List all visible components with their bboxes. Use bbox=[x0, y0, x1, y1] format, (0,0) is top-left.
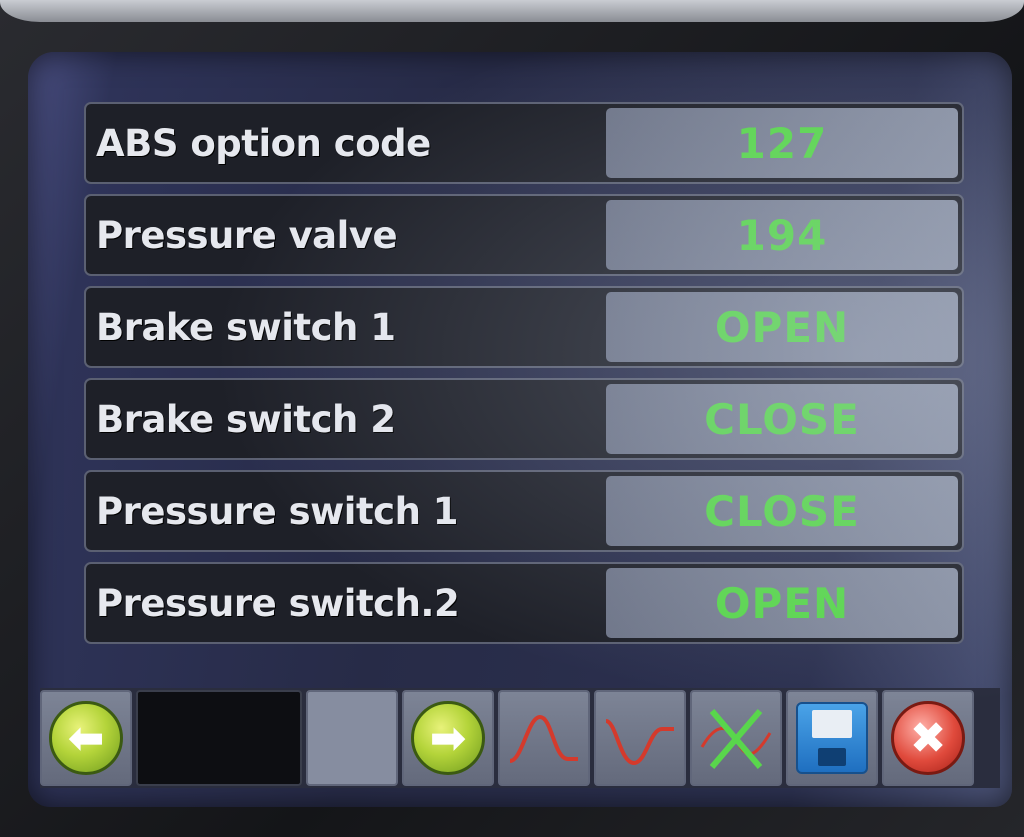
graph-wave-button[interactable] bbox=[594, 690, 686, 786]
save-button[interactable] bbox=[786, 690, 878, 786]
forward-button[interactable]: ➡ bbox=[402, 690, 494, 786]
graph-peak-icon bbox=[509, 714, 578, 763]
device-screen: ABS option code 127 Pressure valve 194 B… bbox=[28, 52, 1012, 807]
parameter-value: 194 bbox=[606, 200, 958, 270]
graph-clear-icon bbox=[700, 709, 772, 769]
parameter-value: CLOSE bbox=[606, 384, 958, 454]
device-top-edge bbox=[0, 0, 1024, 22]
back-button[interactable]: ⬅ bbox=[40, 690, 132, 786]
floppy-disk-icon bbox=[796, 702, 868, 774]
parameter-row-brake-switch-1: Brake switch 1 OPEN bbox=[84, 286, 964, 368]
parameter-label: Brake switch 2 bbox=[96, 397, 396, 441]
parameter-row-pressure-switch-2: Pressure switch.2 OPEN bbox=[84, 562, 964, 644]
parameter-value: 127 bbox=[606, 108, 958, 178]
empty-slot bbox=[306, 690, 398, 786]
arrow-right-icon: ➡ bbox=[411, 701, 485, 775]
parameter-label: Pressure switch.2 bbox=[96, 581, 460, 625]
parameter-value: CLOSE bbox=[606, 476, 958, 546]
graph-wave-icon bbox=[605, 719, 674, 766]
page-indicator-slot bbox=[136, 690, 302, 786]
graph-clear-button[interactable] bbox=[690, 690, 782, 786]
parameter-label: ABS option code bbox=[96, 121, 431, 165]
parameter-row-pressure-switch-1: Pressure switch 1 CLOSE bbox=[84, 470, 964, 552]
parameter-list: ABS option code 127 Pressure valve 194 B… bbox=[84, 102, 964, 654]
parameter-row-pressure-valve: Pressure valve 194 bbox=[84, 194, 964, 276]
bottom-toolbar: ⬅ ➡ ✖ bbox=[40, 688, 1000, 788]
parameter-row-brake-switch-2: Brake switch 2 CLOSE bbox=[84, 378, 964, 460]
floppy-label bbox=[812, 710, 852, 738]
parameter-label: Brake switch 1 bbox=[96, 305, 396, 349]
close-icon: ✖ bbox=[891, 701, 965, 775]
parameter-label: Pressure valve bbox=[96, 213, 398, 257]
parameter-label: Pressure switch 1 bbox=[96, 489, 459, 533]
graph-peak-button[interactable] bbox=[498, 690, 590, 786]
arrow-left-icon: ⬅ bbox=[49, 701, 123, 775]
floppy-slot bbox=[818, 748, 846, 766]
parameter-row-abs-option-code: ABS option code 127 bbox=[84, 102, 964, 184]
parameter-value: OPEN bbox=[606, 568, 958, 638]
parameter-value: OPEN bbox=[606, 292, 958, 362]
exit-button[interactable]: ✖ bbox=[882, 690, 974, 786]
